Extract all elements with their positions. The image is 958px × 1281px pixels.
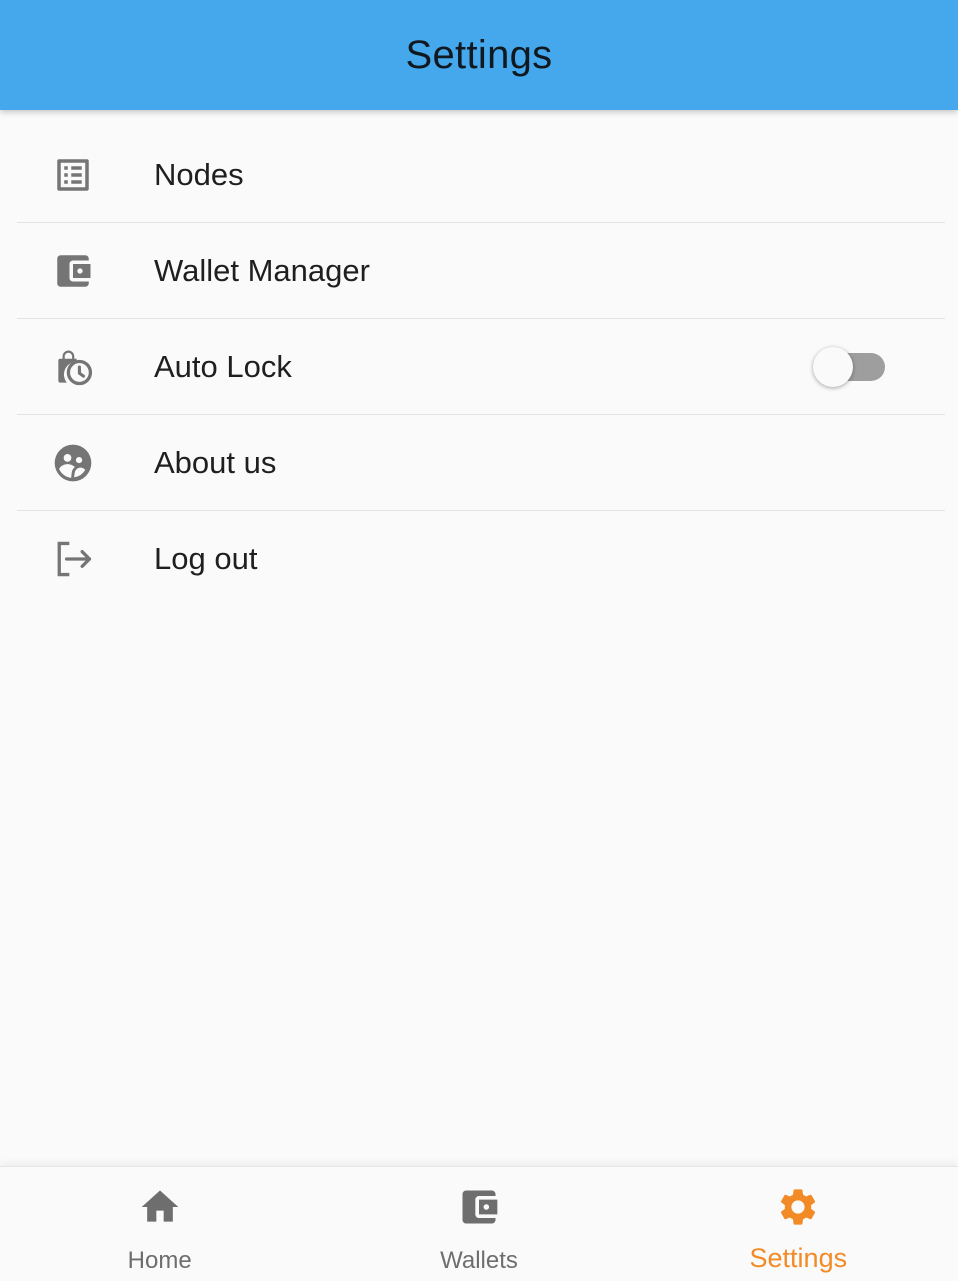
toggle-thumb [813,346,853,387]
nav-tab-settings[interactable]: Settings [639,1167,958,1281]
nav-label: Settings [749,1243,848,1273]
auto-lock-toggle[interactable] [813,346,887,387]
nav-label: Home [127,1247,192,1274]
settings-item-nodes[interactable]: Nodes [17,127,945,223]
settings-item-label: Nodes [154,156,244,192]
nav-label: Wallets [440,1247,518,1274]
settings-item-label: Log out [154,540,258,576]
lock-clock-icon [51,345,95,389]
list-alt-icon [51,153,95,197]
gear-icon [776,1185,820,1229]
page-title: Settings [405,32,553,77]
home-icon [138,1185,182,1229]
settings-list: Nodes Wallet Manager Auto Lock About us … [17,127,945,606]
settings-item-auto-lock: Auto Lock [17,319,945,415]
logout-icon [51,537,95,581]
wallet-icon [457,1185,501,1229]
settings-item-label: Auto Lock [154,348,292,384]
nav-tab-wallets[interactable]: Wallets [319,1167,638,1281]
app-bar: Settings [0,0,958,110]
settings-item-log-out[interactable]: Log out [17,511,945,606]
bottom-navigation: Home Wallets Settings [0,1166,958,1281]
settings-item-label: Wallet Manager [154,252,370,288]
settings-item-wallet-manager[interactable]: Wallet Manager [17,223,945,319]
settings-item-about-us[interactable]: About us [17,415,945,511]
settings-item-label: About us [154,444,277,480]
group-icon [51,441,95,485]
wallet-icon [51,249,95,293]
nav-tab-home[interactable]: Home [0,1167,319,1281]
